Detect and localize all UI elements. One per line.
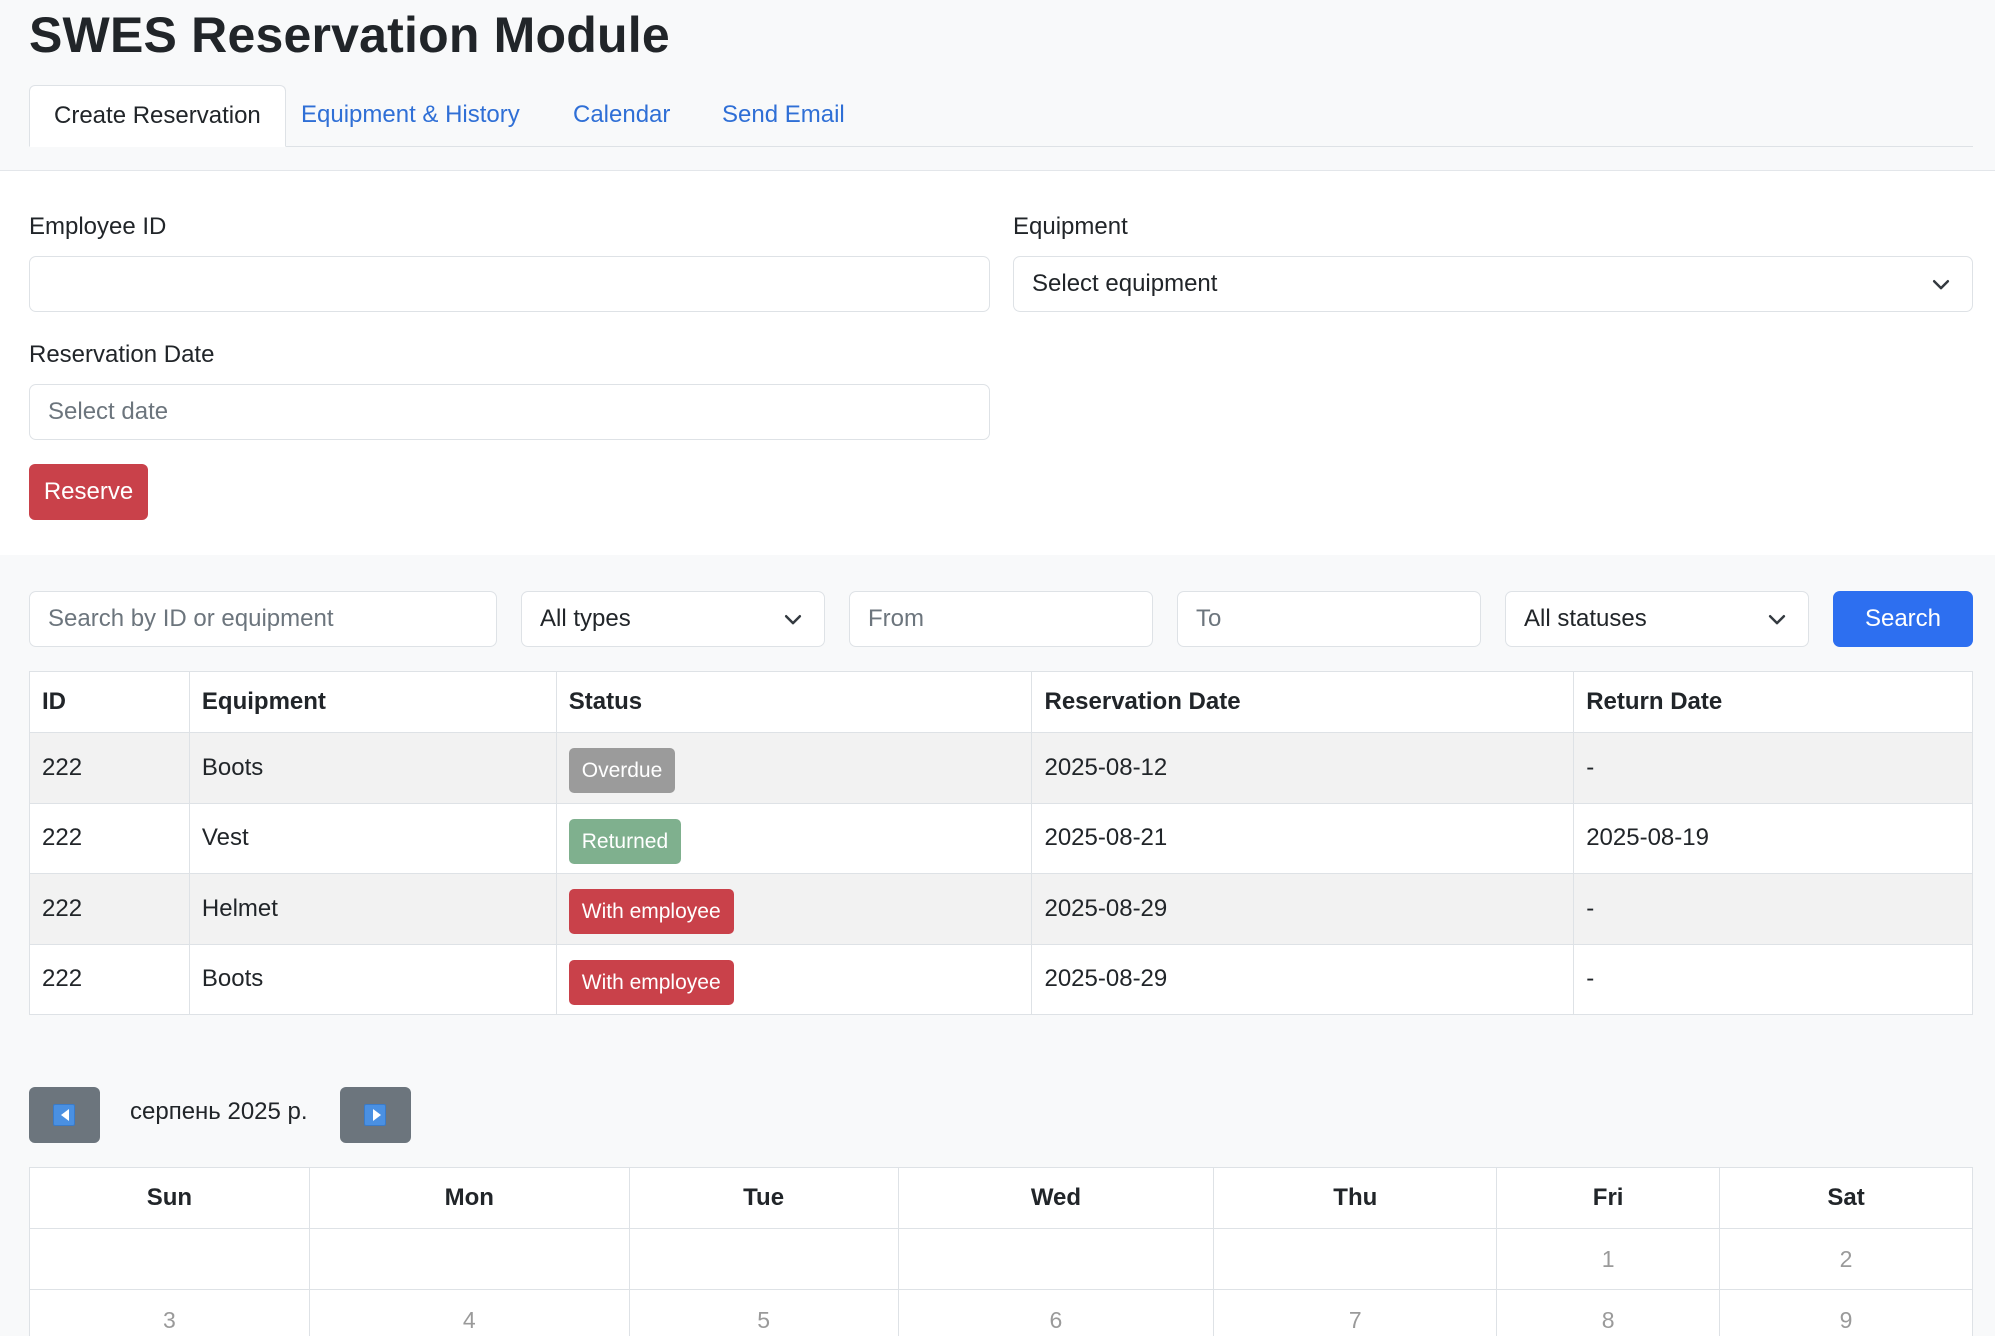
calendar-day-cell[interactable]: 5 bbox=[628, 1289, 899, 1336]
employee-id-label: Employee ID bbox=[29, 213, 167, 240]
column-header[interactable]: Return Date bbox=[1573, 671, 1973, 733]
calendar-week-row: 1 2 bbox=[29, 1228, 1973, 1290]
triangle-right-icon bbox=[373, 1109, 381, 1121]
weekday-header: Mon bbox=[308, 1167, 630, 1229]
calendar-day-cell[interactable]: 6 bbox=[897, 1289, 1215, 1336]
column-header[interactable]: Equipment bbox=[188, 671, 557, 733]
cell-return-date: - bbox=[1573, 873, 1973, 945]
equipment-label: Equipment bbox=[1013, 213, 1128, 240]
triangle-left-icon bbox=[61, 1109, 69, 1121]
app: SWES Reservation Module Create Reservati… bbox=[0, 0, 1995, 1336]
cell-reservation-date: 2025-08-29 bbox=[1031, 943, 1575, 1015]
cell-reservation-date: 2025-08-21 bbox=[1031, 802, 1575, 874]
weekday-header: Tue bbox=[628, 1167, 899, 1229]
prev-month-button[interactable] bbox=[29, 1087, 100, 1143]
calendar-day-cell[interactable]: 7 bbox=[1213, 1289, 1498, 1336]
calendar-grid: Sun Mon Tue Wed Thu Fri Sat 1 2 3 4 5 6 … bbox=[29, 1167, 1973, 1336]
calendar-week-row: 3 4 5 6 7 8 9 bbox=[29, 1289, 1973, 1336]
cell-id: 222 bbox=[29, 873, 190, 945]
status-filter-value: All statuses bbox=[1524, 605, 1647, 632]
reservation-date-label: Reservation Date bbox=[29, 341, 215, 368]
reserve-button[interactable]: Reserve bbox=[29, 464, 148, 520]
tab-send-email[interactable]: Send Email bbox=[698, 85, 869, 147]
weekday-header-row: Sun Mon Tue Wed Thu Fri Sat bbox=[29, 1167, 1973, 1229]
cell-id: 222 bbox=[29, 943, 190, 1015]
weekday-header: Sun bbox=[29, 1167, 310, 1229]
weekday-header: Wed bbox=[897, 1167, 1215, 1229]
calendar-day-cell[interactable] bbox=[308, 1228, 630, 1290]
employee-id-input[interactable] bbox=[29, 256, 990, 312]
status-filter-select[interactable]: All statuses bbox=[1505, 591, 1809, 647]
calendar-day-cell[interactable] bbox=[29, 1228, 310, 1290]
table-header-row: ID Equipment Status Reservation Date Ret… bbox=[29, 671, 1973, 733]
page-title: SWES Reservation Module bbox=[29, 7, 670, 63]
cell-status: Overdue bbox=[555, 732, 1033, 804]
to-date-input[interactable]: To bbox=[1177, 591, 1481, 647]
weekday-header: Fri bbox=[1496, 1167, 1721, 1229]
cell-id: 222 bbox=[29, 732, 190, 804]
next-month-button[interactable] bbox=[340, 1087, 411, 1143]
column-header[interactable]: Reservation Date bbox=[1031, 671, 1575, 733]
tab-equipment-history[interactable]: Equipment & History bbox=[277, 85, 544, 147]
equipment-select-value: Select equipment bbox=[1032, 270, 1218, 297]
cell-status: Returned bbox=[555, 802, 1033, 874]
calendar-day-cell[interactable]: 3 bbox=[29, 1289, 310, 1336]
status-badge: With employee bbox=[568, 959, 734, 1005]
chevron-down-icon bbox=[1768, 615, 1786, 625]
cell-status: With employee bbox=[555, 873, 1033, 945]
table-row[interactable]: 222 Vest Returned 2025-08-21 2025-08-19 bbox=[29, 802, 1973, 874]
search-input[interactable]: Search by ID or equipment bbox=[29, 591, 497, 647]
type-filter-value: All types bbox=[540, 605, 631, 632]
calendar-day-cell[interactable]: 4 bbox=[308, 1289, 630, 1336]
cell-equipment: Helmet bbox=[188, 873, 557, 945]
calendar-day-cell[interactable]: 2 bbox=[1719, 1228, 1973, 1290]
calendar-day-cell[interactable]: 1 bbox=[1496, 1228, 1721, 1290]
cell-equipment: Boots bbox=[188, 732, 557, 804]
status-badge: Returned bbox=[568, 818, 682, 864]
from-date-input[interactable]: From bbox=[849, 591, 1153, 647]
cell-return-date: 2025-08-19 bbox=[1573, 802, 1973, 874]
chevron-down-icon bbox=[1932, 280, 1950, 290]
cell-reservation-date: 2025-08-12 bbox=[1031, 732, 1575, 804]
status-badge: With employee bbox=[568, 889, 734, 935]
tab-create-reservation[interactable]: Create Reservation bbox=[29, 85, 286, 147]
status-badge: Overdue bbox=[568, 748, 676, 794]
type-filter-select[interactable]: All types bbox=[521, 591, 825, 647]
cell-status: With employee bbox=[555, 943, 1033, 1015]
calendar-month-title: серпень 2025 р. bbox=[130, 1098, 308, 1125]
calendar-day-cell[interactable]: 8 bbox=[1496, 1289, 1721, 1336]
reservation-date-input[interactable]: Select date bbox=[29, 384, 990, 440]
cell-equipment: Boots bbox=[188, 943, 557, 1015]
table-row[interactable]: 222 Boots Overdue 2025-08-12 - bbox=[29, 732, 1973, 804]
cell-return-date: - bbox=[1573, 943, 1973, 1015]
reservation-form: Employee ID Equipment Select equipment R… bbox=[0, 170, 1995, 555]
tab-calendar[interactable]: Calendar bbox=[549, 85, 694, 147]
column-header[interactable]: Status bbox=[555, 671, 1033, 733]
calendar-day-cell[interactable] bbox=[897, 1228, 1215, 1290]
cell-id: 222 bbox=[29, 802, 190, 874]
tab-bar: Create Reservation Equipment & History C… bbox=[29, 85, 1973, 147]
column-header[interactable]: ID bbox=[29, 671, 190, 733]
calendar-day-cell[interactable] bbox=[1213, 1228, 1498, 1290]
table-row[interactable]: 222 Boots With employee 2025-08-29 - bbox=[29, 943, 1973, 1015]
cell-return-date: - bbox=[1573, 732, 1973, 804]
calendar-day-cell[interactable] bbox=[628, 1228, 899, 1290]
cell-equipment: Vest bbox=[188, 802, 557, 874]
search-button[interactable]: Search bbox=[1833, 591, 1973, 647]
weekday-header: Thu bbox=[1213, 1167, 1498, 1229]
reservations-table: ID Equipment Status Reservation Date Ret… bbox=[29, 671, 1973, 1015]
equipment-select[interactable]: Select equipment bbox=[1013, 256, 1973, 312]
calendar-day-cell[interactable]: 9 bbox=[1719, 1289, 1973, 1336]
table-row[interactable]: 222 Helmet With employee 2025-08-29 - bbox=[29, 873, 1973, 945]
chevron-down-icon bbox=[784, 615, 802, 625]
cell-reservation-date: 2025-08-29 bbox=[1031, 873, 1575, 945]
weekday-header: Sat bbox=[1719, 1167, 1973, 1229]
